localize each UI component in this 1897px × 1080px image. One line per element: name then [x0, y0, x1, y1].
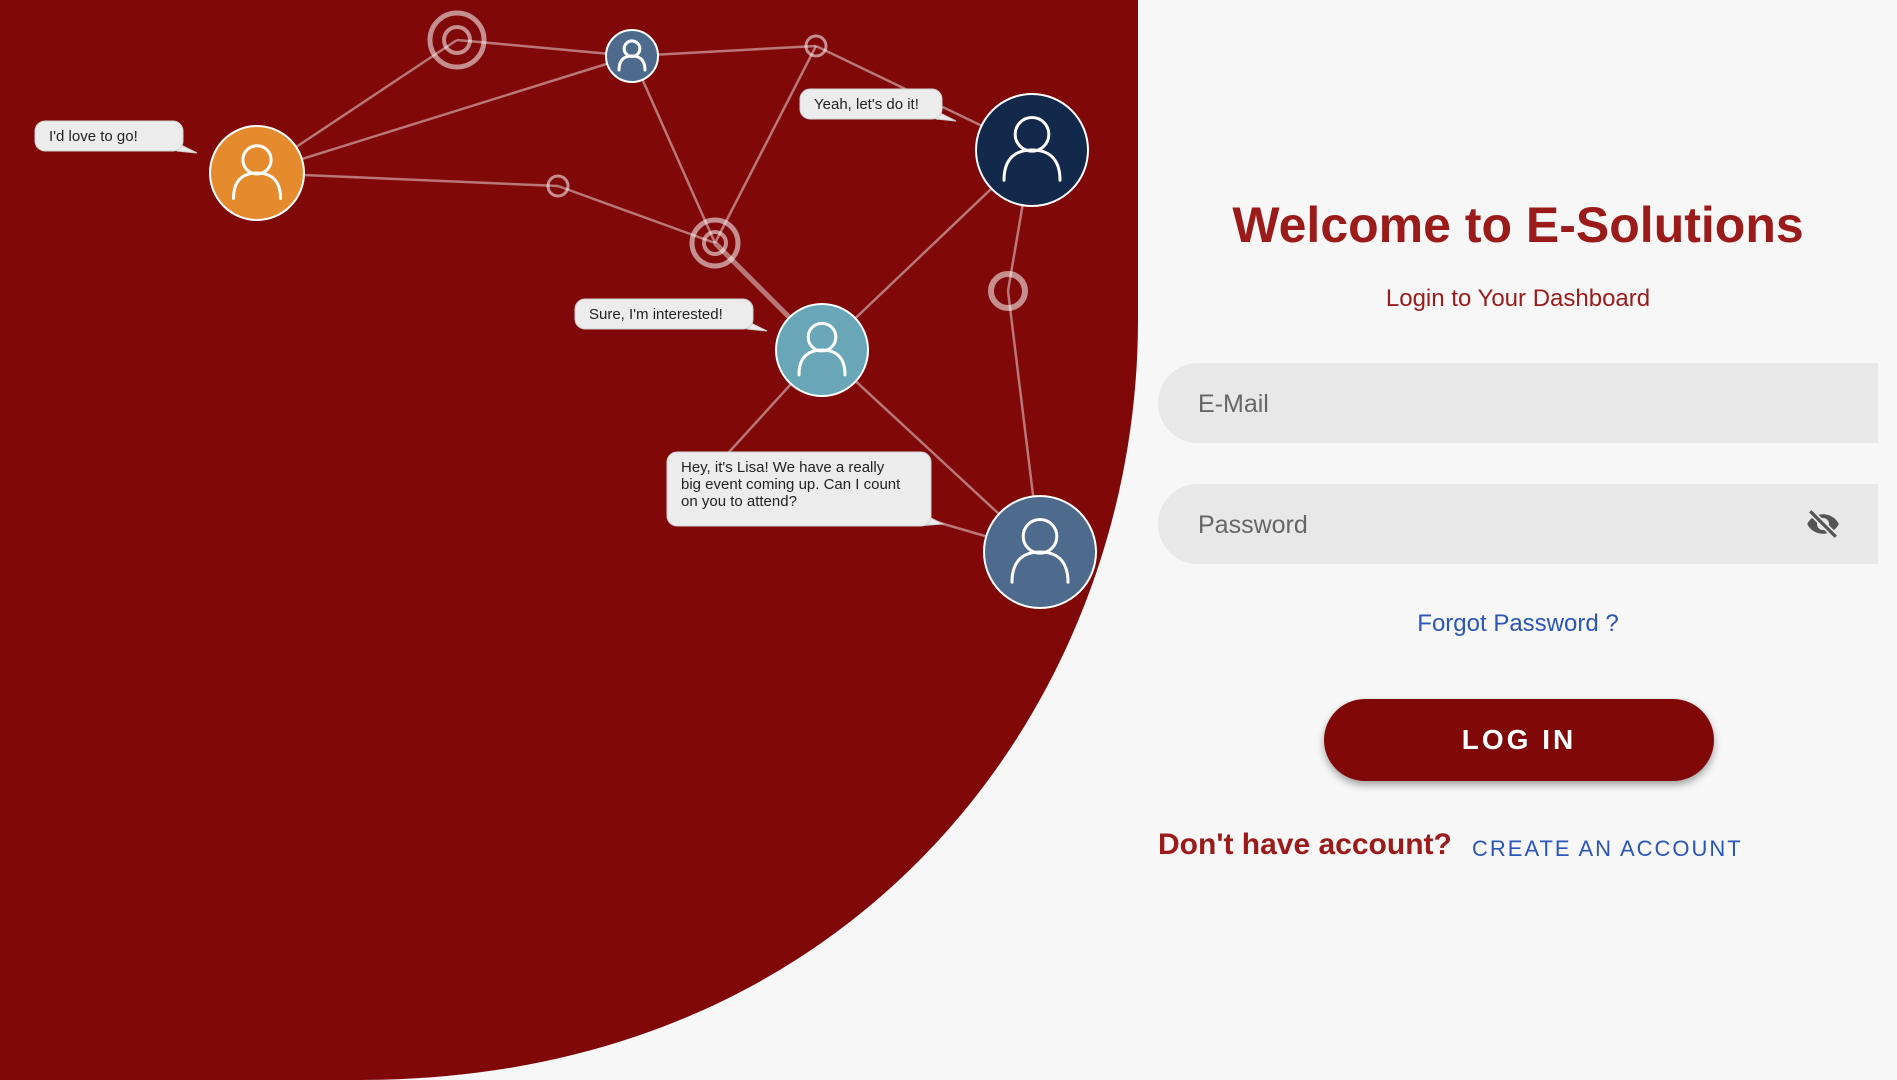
- password-field[interactable]: [1196, 484, 1790, 566]
- user-avatar: [605, 29, 659, 83]
- login-panel: Welcome to E-Solutions Login to Your Das…: [1158, 0, 1878, 1080]
- page-subtitle: Login to Your Dashboard: [1385, 285, 1651, 312]
- forgot-password-link[interactable]: Forgot Password ?: [1158, 610, 1878, 638]
- speech-bubble: Hey, it's Lisa! We have a reallybig even…: [666, 451, 945, 527]
- eye-off-icon[interactable]: [1803, 504, 1843, 544]
- email-field-container: [1158, 363, 1878, 445]
- speech-bubble-text: Yeah, let's do it!: [814, 96, 919, 113]
- user-avatar: [983, 495, 1097, 609]
- speech-bubble-text: I'd love to go!: [49, 128, 138, 145]
- login-button[interactable]: LOG IN: [1324, 699, 1714, 781]
- speech-bubble: Sure, I'm interested!: [574, 298, 768, 332]
- speech-bubble-text: big event coming up. Can I count: [681, 476, 901, 493]
- speech-bubble: I'd love to go!: [34, 120, 198, 154]
- password-field-container: [1158, 484, 1878, 566]
- create-account-link[interactable]: CREATE AN ACCOUNT: [1472, 836, 1743, 862]
- user-avatar: [775, 303, 869, 397]
- page-title: Welcome to E-Solutions: [1232, 197, 1804, 253]
- speech-bubble-text: Hey, it's Lisa! We have a really: [681, 459, 885, 476]
- email-field[interactable]: [1196, 363, 1790, 445]
- user-avatar: [975, 93, 1089, 207]
- speech-bubble-text: Sure, I'm interested!: [589, 306, 723, 323]
- speech-bubble-text: on you to attend?: [681, 493, 797, 510]
- red-background-shape: [0, 0, 1138, 1080]
- user-avatar: [209, 125, 305, 221]
- signup-prompt: Don't have account?: [1158, 828, 1452, 861]
- speech-bubble: Yeah, let's do it!: [799, 88, 957, 122]
